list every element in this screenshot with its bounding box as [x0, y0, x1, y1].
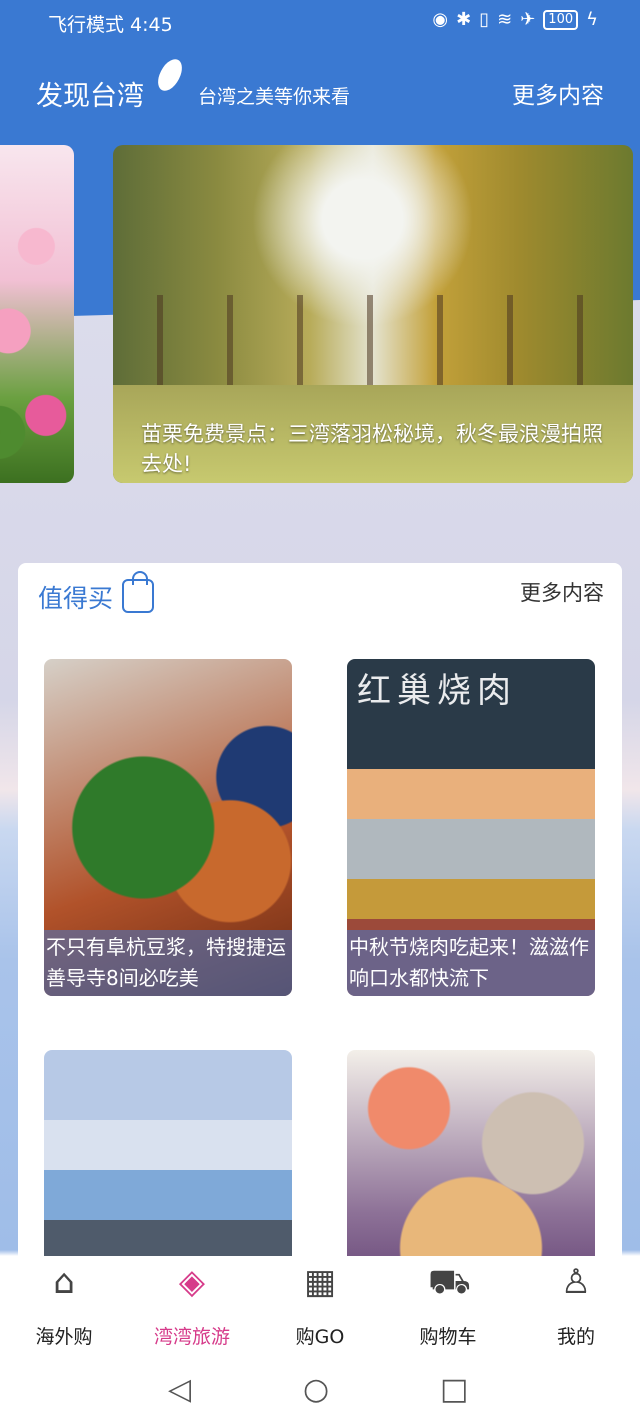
restaurant-sign: 红巢烧肉: [357, 671, 517, 711]
user-icon: ♙: [560, 1262, 592, 1302]
article-tile[interactable]: 不只有阜杭豆浆，特搜捷运善导寺8间必吃美: [44, 659, 292, 996]
bluetooth-icon: ✱: [456, 9, 472, 30]
travel-icon: ◈: [178, 1262, 206, 1302]
home-circle-icon[interactable]: ○: [303, 1372, 329, 1407]
bottom-nav: ⌂ 海外购 ◈ 湾湾旅游 ▦ 购GO ⛟ 购物车 ♙ 我的: [0, 1256, 640, 1352]
eye-icon: ◉: [432, 9, 449, 30]
battery-icon: 100: [543, 9, 579, 30]
article-tile[interactable]: [44, 1050, 292, 1283]
nav-item-cart[interactable]: ⛟ 购物车: [384, 1256, 512, 1352]
nav-label: 购物车: [419, 1326, 477, 1348]
home-icon: ⌂: [53, 1262, 75, 1302]
page-title: 发现台湾: [36, 81, 144, 112]
nav-label: 海外购: [35, 1326, 93, 1348]
nav-item-me[interactable]: ♙ 我的: [512, 1256, 640, 1352]
carousel-slide-current[interactable]: 苗栗免费景点：三湾落羽松秘境，秋冬最浪漫拍照去处!: [113, 145, 633, 483]
system-nav-bar: ◁ ○ □: [0, 1352, 640, 1423]
carousel-caption: 苗栗免费景点：三湾落羽松秘境，秋冬最浪漫拍照去处!: [141, 422, 603, 476]
back-icon[interactable]: ◁: [168, 1372, 191, 1407]
article-caption: 中秋节烧肉吃起来！滋滋作响口水都快流下: [347, 930, 595, 996]
nav-label: 湾湾旅游: [153, 1326, 230, 1348]
article-caption: 不只有阜杭豆浆，特搜捷运善导寺8间必吃美: [44, 930, 292, 996]
status-bar: 飞行模式 4:45 ◉ ✱ ▯ ≋ ✈ 100 ϟ: [0, 0, 640, 44]
airplane-icon: ✈: [520, 9, 536, 30]
header-more-link[interactable]: 更多内容: [512, 76, 604, 110]
nav-item-overseas[interactable]: ⌂ 海外购: [0, 1256, 128, 1352]
vibrate-icon: ▯: [479, 9, 490, 30]
worth-buying-card: 值得买 更多内容 不只有阜杭豆浆，特搜捷运善导寺8间必吃美 红巢烧肉 中秋节烧肉…: [18, 563, 622, 1283]
article-image: [347, 1050, 595, 1283]
cart-icon: ⛟: [428, 1262, 471, 1302]
top-bar: 发现台湾 台湾之美等你来看 更多内容: [0, 55, 640, 118]
article-image: [44, 1050, 292, 1283]
carousel-slide-prev[interactable]: 一: [0, 145, 74, 483]
page-subtitle: 台湾之美等你来看: [198, 86, 351, 108]
nav-item-go[interactable]: ▦ 购GO: [256, 1256, 384, 1352]
article-tile[interactable]: [347, 1050, 595, 1283]
recents-icon[interactable]: □: [440, 1372, 468, 1407]
status-icons: ◉ ✱ ▯ ≋ ✈ 100 ϟ: [432, 9, 598, 30]
charging-icon: ϟ: [586, 9, 598, 30]
shopping-bag-icon: [122, 571, 154, 613]
nav-label: 购GO: [295, 1326, 345, 1348]
nav-label: 我的: [556, 1326, 595, 1348]
section-more-link[interactable]: 更多内容: [520, 577, 604, 607]
store-icon: ▦: [303, 1262, 337, 1302]
article-tile[interactable]: 红巢烧肉 中秋节烧肉吃起来！滋滋作响口水都快流下: [347, 659, 595, 996]
nav-item-travel[interactable]: ◈ 湾湾旅游: [128, 1256, 256, 1352]
wifi-icon: ≋: [497, 9, 513, 30]
status-time: 飞行模式 4:45: [48, 14, 173, 36]
section-title: 值得买: [38, 584, 114, 613]
